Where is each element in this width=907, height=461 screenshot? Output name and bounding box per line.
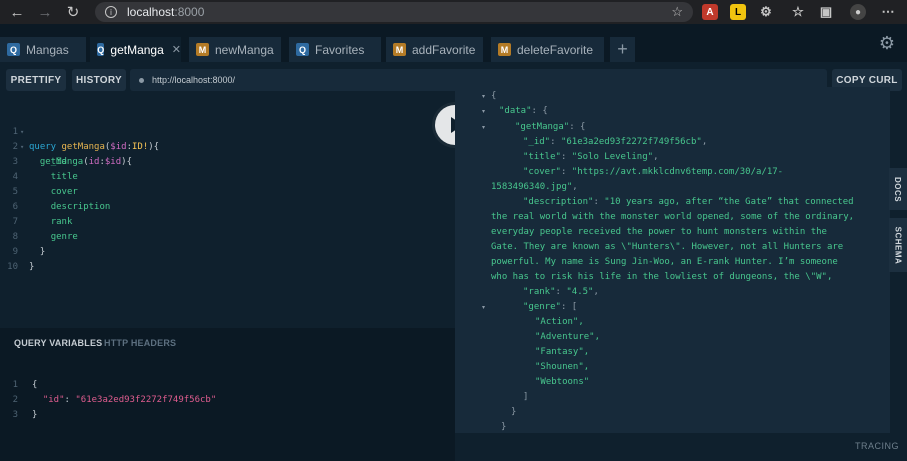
tab-newmanga[interactable]: M newManga <box>189 37 281 62</box>
query-editor[interactable]: 1 ▾ query getManga($id:ID!){ 2 ▾ getManga(… <box>0 98 455 328</box>
tab-getmanga[interactable]: Q getManga ✕ <box>90 37 181 62</box>
result-line: who has to risk his life in the lowliest… <box>491 272 833 282</box>
code-line[interactable]: 2 "id": "61e3a2ed93f2272f749f56cb" <box>0 378 455 405</box>
tab-label: deleteFavorite <box>517 42 594 57</box>
settings-gear-icon[interactable]: ⚙ <box>879 33 895 54</box>
result-line: "_id": "61e3a2ed93f2272f749f56cb", <box>523 137 708 147</box>
url-host: localhost <box>127 5 175 19</box>
tab-label: newManga <box>215 42 274 57</box>
result-line: "Fantasy", <box>535 347 590 357</box>
results-panel: { ▾ "data": { ▾ "getManga": { ▾ "_id": "… <box>455 87 890 433</box>
code-line: 7 rank <box>12 217 73 227</box>
add-tab-button[interactable]: + <box>610 37 635 62</box>
query-badge-icon: Q <box>7 43 20 56</box>
tab-addfavorite[interactable]: M addFavorite <box>386 37 483 62</box>
docs-label: DOCS <box>893 176 903 202</box>
result-line: "Action", <box>535 317 584 327</box>
schema-side-tab[interactable]: SCHEMA <box>889 218 907 272</box>
fold-icon[interactable]: ▾ <box>482 124 485 131</box>
more-menu-icon[interactable]: ⋯ <box>880 4 896 20</box>
docs-side-tab[interactable]: DOCS <box>889 168 907 210</box>
extension-icon[interactable]: L <box>730 4 746 20</box>
tab-query-variables[interactable]: QUERY VARIABLES <box>14 338 102 348</box>
result-line: "Webtoons" <box>535 377 590 387</box>
result-line: "cover": "https://avt.mkklcdnv6temp.com/… <box>523 167 784 177</box>
result-line: 1583496340.jpg", <box>491 182 578 192</box>
extension-icon[interactable]: A <box>702 4 718 20</box>
result-line: "rank": "4.5", <box>523 287 599 297</box>
result-line: } <box>511 407 517 417</box>
code-line: 1{ <box>12 380 38 390</box>
tab-label: getManga <box>110 42 164 57</box>
profile-avatar[interactable]: ● <box>850 4 866 20</box>
code-line: 3} <box>12 410 38 420</box>
result-line: "data": { <box>499 106 548 116</box>
playground-tabs: Q Mangas Q getManga ✕ M newManga Q Favor… <box>0 24 907 62</box>
code-line: 8 genre <box>12 232 78 242</box>
result-line: the real world with the monster world op… <box>491 212 855 222</box>
prettify-button[interactable]: PRETTIFY <box>6 69 66 91</box>
tab-deletefavorite[interactable]: M deleteFavorite <box>491 37 604 62</box>
result-line: "Shounen", <box>535 362 590 372</box>
code-line: 6 description <box>12 202 111 212</box>
forward-arrow-icon[interactable]: → <box>34 1 56 23</box>
result-line: "description": "10 years ago, after “the… <box>523 197 854 207</box>
result-line: "genre": [ <box>523 302 578 312</box>
result-line: "Adventure", <box>535 332 601 342</box>
results-footer <box>455 433 907 461</box>
browser-toolbar: ← → ↻ i localhost:8000 ☆ A L ⚙ ☆ ▣ ● ⋯ <box>0 0 907 24</box>
status-dot-icon <box>139 77 144 83</box>
mutation-badge-icon: M <box>393 43 406 56</box>
url-port: :8000 <box>174 5 205 19</box>
result-line: { <box>491 91 497 101</box>
result-line: everyday people received the power to hu… <box>491 227 827 237</box>
code-line: 4 title <box>12 172 78 182</box>
result-line: Gate. They are known as \"Hunters\". How… <box>491 242 844 252</box>
schema-label: SCHEMA <box>893 226 903 264</box>
fold-icon[interactable]: ▾ <box>482 93 485 100</box>
result-line: "title": "Solo Leveling", <box>523 152 659 162</box>
address-bar[interactable]: i localhost:8000 ☆ <box>95 2 693 22</box>
close-icon[interactable]: ✕ <box>172 43 181 56</box>
variables-panel: QUERY VARIABLES HTTP HEADERS 1{ 2 "id": … <box>0 328 455 461</box>
reload-icon[interactable]: ↻ <box>62 1 84 23</box>
result-line: "getManga": { <box>515 122 586 132</box>
extensions-puzzle-icon[interactable]: ⚙ <box>758 4 774 20</box>
code-line: 9 } <box>12 247 46 257</box>
query-badge-icon: Q <box>97 43 105 56</box>
tab-favorites[interactable]: Q Favorites <box>289 37 381 62</box>
tab-mangas[interactable]: Q Mangas <box>0 37 86 62</box>
result-line: ] <box>523 392 529 402</box>
endpoint-url: http://localhost:8000/ <box>152 75 236 85</box>
code-line: 10} <box>7 262 35 272</box>
result-line: powerful. My name is Sung Jin-Woo, an E-… <box>491 257 838 267</box>
favorites-icon[interactable]: ☆ <box>790 4 806 20</box>
tab-label: addFavorite <box>412 42 476 57</box>
query-badge-icon: Q <box>296 43 309 56</box>
mutation-badge-icon: M <box>498 43 511 56</box>
code-line: 2 ▾ getManga(id:$id){ <box>12 142 132 167</box>
site-info-icon[interactable]: i <box>105 6 117 18</box>
history-button[interactable]: HISTORY <box>72 69 126 91</box>
mutation-badge-icon: M <box>196 43 209 56</box>
code-line: 3 _id <box>12 157 67 167</box>
tab-http-headers[interactable]: HTTP HEADERS <box>104 338 176 348</box>
bookmark-star-icon[interactable]: ☆ <box>671 4 683 20</box>
tracing-button[interactable]: TRACING <box>855 441 899 451</box>
back-arrow-icon[interactable]: ← <box>6 1 28 23</box>
code-line: 1 ▾ query getManga($id:ID!){ <box>12 127 160 152</box>
fold-icon[interactable]: ▾ <box>482 108 485 115</box>
tab-label: Mangas <box>26 42 69 57</box>
tab-label: Favorites <box>315 42 365 57</box>
collections-icon[interactable]: ▣ <box>818 4 834 20</box>
code-line: 5 cover <box>12 187 78 197</box>
fold-icon[interactable]: ▾ <box>482 304 485 311</box>
